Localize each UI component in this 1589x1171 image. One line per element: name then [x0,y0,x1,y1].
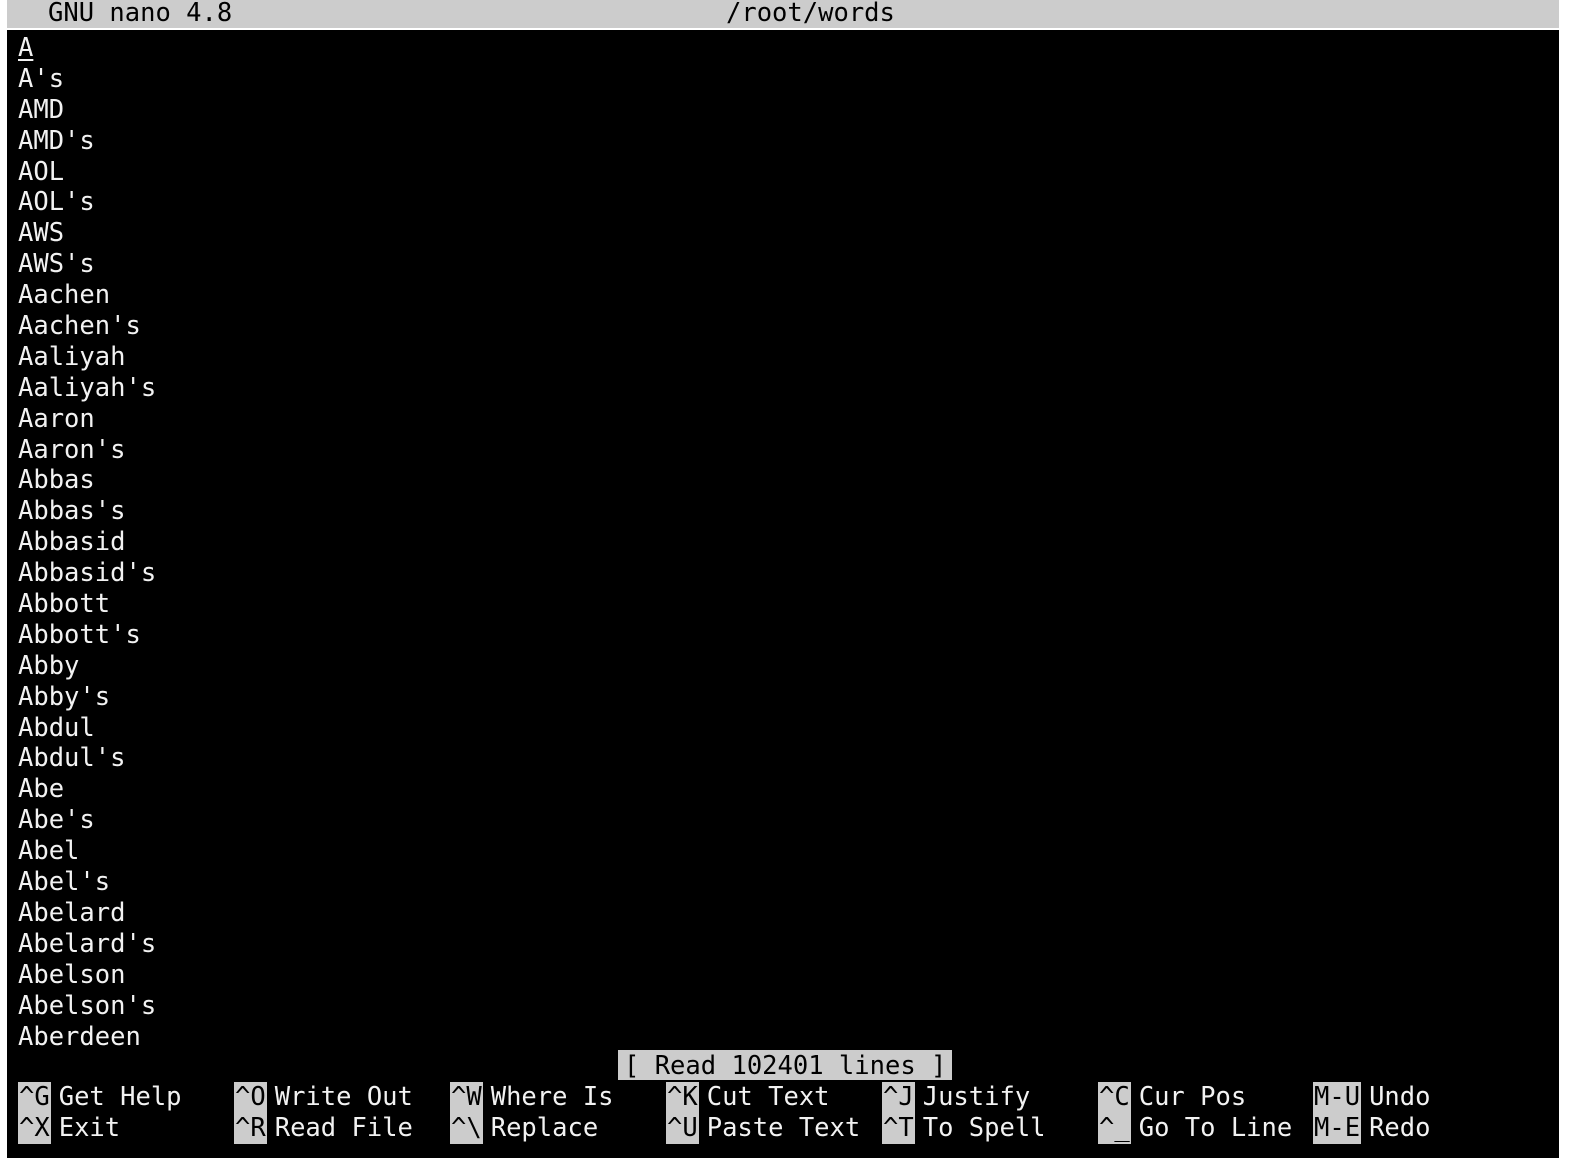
shortcut-label: Undo [1369,1082,1431,1112]
shortcut-exit[interactable]: ^X Exit [18,1112,121,1144]
editor-text-area[interactable]: A A's AMD AMD's AOL AOL's AWS AWS's Aachen Aache… [18,33,156,1052]
shortcut-key: ^X [18,1112,51,1144]
shortcut-key: ^U [666,1112,699,1144]
terminal-window[interactable]: GNU nano 4.8 /root/words A A's AMD AMD's AO… [7,0,1559,1158]
text-line[interactable]: AWS [18,218,156,249]
shortcut-go-to-line[interactable]: ^_ Go To Line [1098,1112,1293,1144]
shortcut-read-file[interactable]: ^R Read File [234,1112,413,1144]
shortcut-key: M-E [1313,1112,1362,1144]
text-line[interactable]: Aaron's [18,435,156,466]
text-line[interactable]: A's [18,64,156,95]
shortcut-key: ^G [18,1082,51,1113]
text-line[interactable]: Abbas [18,465,156,496]
text-line[interactable]: Abdul [18,713,156,744]
shortcut-get-help[interactable]: ^G Get Help [18,1082,182,1113]
shortcut-label: Justify [922,1082,1031,1112]
shortcut-paste-text[interactable]: ^U Paste Text [666,1112,861,1144]
text-line[interactable]: Abbasid's [18,558,156,589]
shortcut-label: Get Help [58,1082,182,1112]
shortcut-label: Paste Text [706,1112,861,1143]
text-line[interactable]: Aaliyah [18,342,156,373]
text-line[interactable]: Aaron [18,404,156,435]
text-line[interactable]: Abe's [18,805,156,836]
shortcut-label: Cut Text [706,1082,830,1112]
text-cursor: A [18,33,34,63]
shortcut-redo[interactable]: M-E Redo [1313,1112,1431,1144]
text-line[interactable]: Abelson [18,960,156,991]
file-path: /root/words [726,0,895,28]
shortcut-key: ^O [234,1082,267,1113]
shortcut-label: Read File [274,1112,413,1143]
text-line[interactable]: Aachen's [18,311,156,342]
shortcut-label: Cur Pos [1138,1082,1247,1112]
shortcut-justify[interactable]: ^J Justify [882,1082,1030,1113]
text-line[interactable]: Abby's [18,682,156,713]
text-line[interactable]: AOL [18,157,156,188]
shortcut-label: Go To Line [1138,1112,1293,1143]
shortcut-cur-pos[interactable]: ^C Cur Pos [1098,1082,1246,1113]
text-line[interactable]: Abbas's [18,496,156,527]
text-line[interactable]: Abelard [18,898,156,929]
text-line[interactable]: AOL's [18,187,156,218]
shortcut-where-is[interactable]: ^W Where Is [450,1082,614,1113]
shortcut-write-out[interactable]: ^O Write Out [234,1082,413,1113]
shortcut-key: M-U [1313,1082,1362,1113]
shortcut-key: ^R [234,1112,267,1144]
text-line[interactable]: AMD's [18,126,156,157]
shortcut-label: Write Out [274,1082,413,1112]
shortcut-label: Exit [58,1112,121,1143]
shortcut-key: ^J [882,1082,915,1113]
shortcut-undo[interactable]: M-U Undo [1313,1082,1430,1113]
text-line[interactable]: Abe [18,774,156,805]
text-line[interactable]: Aachen [18,280,156,311]
shortcut-to-spell[interactable]: ^T To Spell [882,1112,1046,1144]
app-name: GNU nano 4.8 [48,0,233,28]
shortcut-key: ^_ [1098,1112,1131,1144]
text-line[interactable]: AMD [18,95,156,126]
title-bar: GNU nano 4.8 /root/words [7,0,1559,30]
shortcut-label: To Spell [922,1112,1046,1143]
text-line[interactable]: Abby [18,651,156,682]
text-line[interactable]: Abbott's [18,620,156,651]
text-line[interactable]: Abel's [18,867,156,898]
text-line[interactable]: AWS's [18,249,156,280]
shortcut-key: ^W [450,1082,483,1113]
text-line[interactable]: Aberdeen [18,1022,156,1053]
shortcut-key: ^C [1098,1082,1131,1113]
text-line[interactable]: Abel [18,836,156,867]
shortcut-cut-text[interactable]: ^K Cut Text [666,1082,830,1113]
shortcut-key: ^\ [450,1112,483,1144]
shortcut-replace[interactable]: ^\ Replace [450,1112,599,1144]
text-line[interactable]: Abelard's [18,929,156,960]
text-line[interactable]: Abbasid [18,527,156,558]
shortcut-label: Replace [490,1112,599,1143]
text-line[interactable]: A [18,33,156,64]
text-line[interactable]: Aaliyah's [18,373,156,404]
shortcut-label: Where Is [490,1082,614,1112]
shortcut-key: ^K [666,1082,699,1113]
text-line[interactable]: Abdul's [18,743,156,774]
shortcut-label: Redo [1369,1112,1431,1143]
text-line[interactable]: Abbott [18,589,156,620]
shortcut-key: ^T [882,1112,915,1144]
text-line[interactable]: Abelson's [18,991,156,1022]
status-message: [ Read 102401 lines ] [618,1050,953,1081]
